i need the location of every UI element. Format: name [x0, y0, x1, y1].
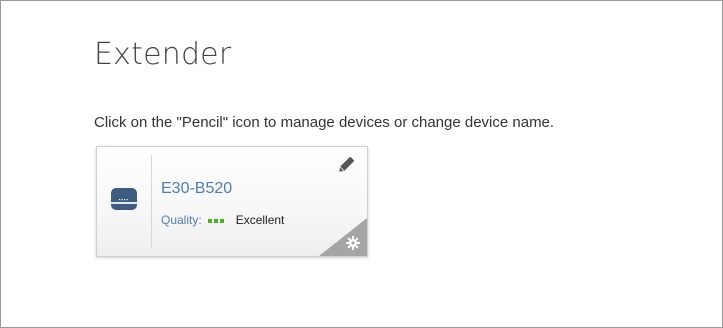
quality-value: Excellent	[235, 213, 285, 227]
card-divider	[151, 155, 152, 249]
signal-bar	[213, 219, 218, 223]
pencil-icon[interactable]	[338, 155, 356, 173]
signal-strength-icon	[207, 217, 226, 223]
card-corner-cut	[97, 147, 114, 164]
page-frame: Extender Click on the "Pencil" icon to m…	[0, 0, 723, 328]
quality-label: Quality:	[161, 213, 202, 227]
gear-icon[interactable]	[346, 236, 360, 250]
device-name: E30-B520	[161, 180, 233, 197]
signal-bar	[207, 219, 212, 223]
page-title: Extender	[94, 37, 232, 72]
quality-row: Quality: Excellent	[161, 213, 284, 227]
device-card[interactable]: E30-B520 Quality: Excellent	[96, 146, 368, 257]
extender-device-icon	[111, 188, 137, 210]
instruction-text: Click on the "Pencil" icon to manage dev…	[94, 114, 555, 131]
signal-bar	[219, 219, 224, 223]
